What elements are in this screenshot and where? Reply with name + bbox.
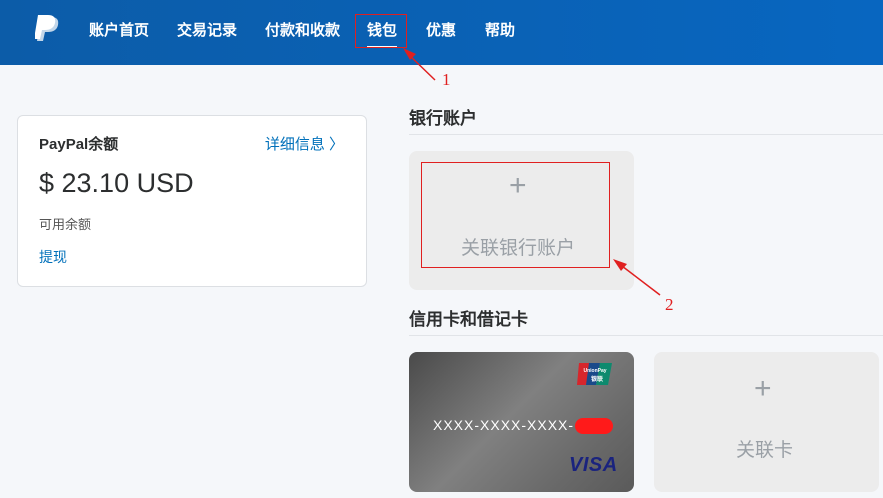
nav-home[interactable]: 账户首页 (89, 19, 149, 40)
cards-divider (409, 335, 883, 336)
annotation-box-2 (421, 162, 610, 268)
nav-offers[interactable]: 优惠 (426, 19, 456, 40)
paypal-logo-icon[interactable] (35, 15, 61, 43)
plus-icon: + (754, 372, 772, 405)
card-number: XXXX-XXXX-XXXX- (433, 417, 575, 433)
balance-amount: $ 23.10 USD (39, 168, 194, 198)
nav-transactions[interactable]: 交易记录 (177, 19, 237, 40)
available-balance-label: 可用余额 (39, 217, 92, 232)
unionpay-logo-icon: UnionPay 银联 (577, 363, 612, 385)
bank-divider (409, 134, 883, 135)
nav-pay-and-receive[interactable]: 付款和收款 (265, 19, 340, 40)
annotation-label-1: 1 (442, 70, 451, 89)
linked-card-tile[interactable]: UnionPay 银联 XXXX-XXXX-XXXX- VISA (409, 352, 634, 492)
nav-help[interactable]: 帮助 (485, 19, 515, 40)
withdraw-link[interactable]: 提现 (39, 247, 67, 267)
balance-title: PayPal余额 (39, 136, 119, 153)
redaction-mark (575, 418, 613, 434)
link-card-label: 关联卡 (736, 440, 794, 461)
bank-accounts-title: 银行账户 (409, 109, 477, 128)
annotation-label-2: 2 (665, 295, 674, 314)
svg-text:银联: 银联 (591, 375, 603, 383)
cards-title: 信用卡和借记卡 (409, 310, 528, 329)
visa-logo: VISA (569, 454, 618, 476)
link-card-tile[interactable]: + 关联卡 (654, 352, 879, 492)
annotation-arrow-2 (613, 259, 661, 296)
balance-card: PayPal余额 详细信息 〉 $ 23.10 USD 可用余额 提现 (17, 115, 367, 287)
svg-text:UnionPay: UnionPay (583, 368, 606, 374)
balance-details-link[interactable]: 详细信息 〉 (265, 133, 344, 154)
